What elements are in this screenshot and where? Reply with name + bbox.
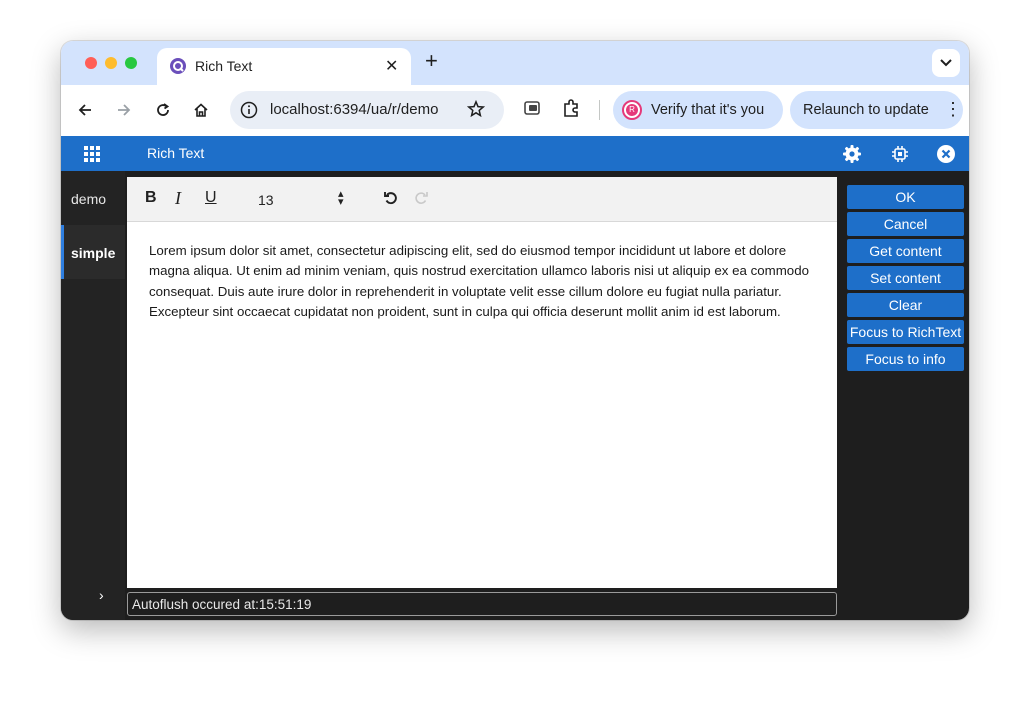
- ok-button[interactable]: OK: [847, 185, 964, 209]
- browser-toolbar: localhost:6394/ua/r/demo R Verify that i…: [61, 85, 969, 136]
- more-menu-icon[interactable]: ⋮: [944, 99, 962, 119]
- back-button[interactable]: [73, 98, 97, 122]
- home-button[interactable]: [189, 98, 213, 122]
- focus-richtext-button[interactable]: Focus to RichText: [847, 320, 964, 344]
- editor-toolbar: B I U 13 ▴ ▾: [127, 177, 837, 222]
- app-body: demo simple › B I U 13 ▴ ▾ Lorem ipsum d…: [61, 171, 969, 620]
- status-text: Autoflush occured at:15:51:19: [132, 597, 312, 612]
- avatar-letter: R: [626, 104, 638, 116]
- browser-tab[interactable]: Rich Text ✕: [157, 48, 411, 85]
- bookmark-star-icon[interactable]: [467, 100, 485, 118]
- verify-identity-button[interactable]: R Verify that it's you: [613, 91, 783, 129]
- back-arrow-icon: [78, 104, 91, 116]
- close-circle-icon[interactable]: [936, 144, 956, 164]
- tab-search-button[interactable]: [932, 49, 960, 77]
- chevron-down-icon: [940, 59, 952, 67]
- settings-gear-icon[interactable]: [842, 144, 862, 164]
- apps-grid-icon[interactable]: [84, 146, 100, 162]
- underline-button[interactable]: U: [205, 189, 217, 207]
- tab-favicon-icon: [170, 58, 186, 74]
- rich-text-editor[interactable]: B I U 13 ▴ ▾ Lorem ipsum dolor sit amet, …: [127, 177, 837, 588]
- verify-label: Verify that it's you: [651, 102, 765, 118]
- extension-puzzle-badge-icon[interactable]: [523, 98, 543, 118]
- sidebar-item-demo[interactable]: demo: [61, 171, 125, 225]
- font-size-stepper-icon[interactable]: ▴ ▾: [338, 189, 344, 208]
- sidebar-expand-icon[interactable]: ›: [99, 587, 104, 603]
- minimize-window-button[interactable]: [105, 57, 117, 69]
- sidebar-item-label: simple: [71, 245, 116, 261]
- forward-arrow-icon: [118, 104, 131, 116]
- set-content-button[interactable]: Set content: [847, 266, 964, 290]
- undo-icon[interactable]: [383, 190, 399, 206]
- status-field: Autoflush occured at:15:51:19: [127, 592, 837, 616]
- editor-content[interactable]: Lorem ipsum dolor sit amet, consectetur …: [149, 241, 809, 322]
- focus-info-button[interactable]: Focus to info: [847, 347, 964, 371]
- toolbar-separator: [599, 100, 600, 120]
- extensions-icon[interactable]: [561, 98, 581, 118]
- italic-button[interactable]: I: [175, 188, 181, 209]
- redo-icon[interactable]: [413, 190, 429, 206]
- new-tab-button[interactable]: +: [425, 50, 438, 72]
- profile-avatar: R: [622, 100, 642, 120]
- sidebar: demo simple ›: [61, 171, 125, 620]
- reload-icon: [157, 103, 170, 116]
- tab-title: Rich Text: [195, 58, 253, 74]
- home-icon: [194, 103, 208, 117]
- maximize-window-button[interactable]: [125, 57, 137, 69]
- tab-strip: Rich Text ✕ +: [61, 41, 969, 85]
- get-content-button[interactable]: Get content: [847, 239, 964, 263]
- app-header: Rich Text: [61, 136, 969, 171]
- cancel-button[interactable]: Cancel: [847, 212, 964, 236]
- relaunch-button[interactable]: Relaunch to update ⋮: [790, 91, 963, 129]
- forward-button[interactable]: [112, 98, 136, 122]
- tab-close-icon[interactable]: ✕: [385, 56, 398, 76]
- sidebar-item-simple[interactable]: simple: [61, 225, 125, 279]
- browser-window: Rich Text ✕ + localhost:6394/ua/r/demo R…: [61, 41, 969, 620]
- font-size-select[interactable]: 13: [258, 192, 274, 208]
- address-bar[interactable]: localhost:6394/ua/r/demo: [230, 91, 504, 129]
- sidebar-item-label: demo: [71, 191, 107, 207]
- site-info-icon[interactable]: [240, 101, 258, 119]
- reload-button[interactable]: [151, 98, 175, 122]
- clear-button[interactable]: Clear: [847, 293, 964, 317]
- bold-button[interactable]: B: [145, 189, 157, 207]
- url-text[interactable]: localhost:6394/ua/r/demo: [270, 101, 438, 118]
- close-window-button[interactable]: [85, 57, 97, 69]
- app-title: Rich Text: [147, 145, 205, 161]
- relaunch-label: Relaunch to update: [803, 102, 929, 118]
- chip-icon[interactable]: [890, 144, 910, 164]
